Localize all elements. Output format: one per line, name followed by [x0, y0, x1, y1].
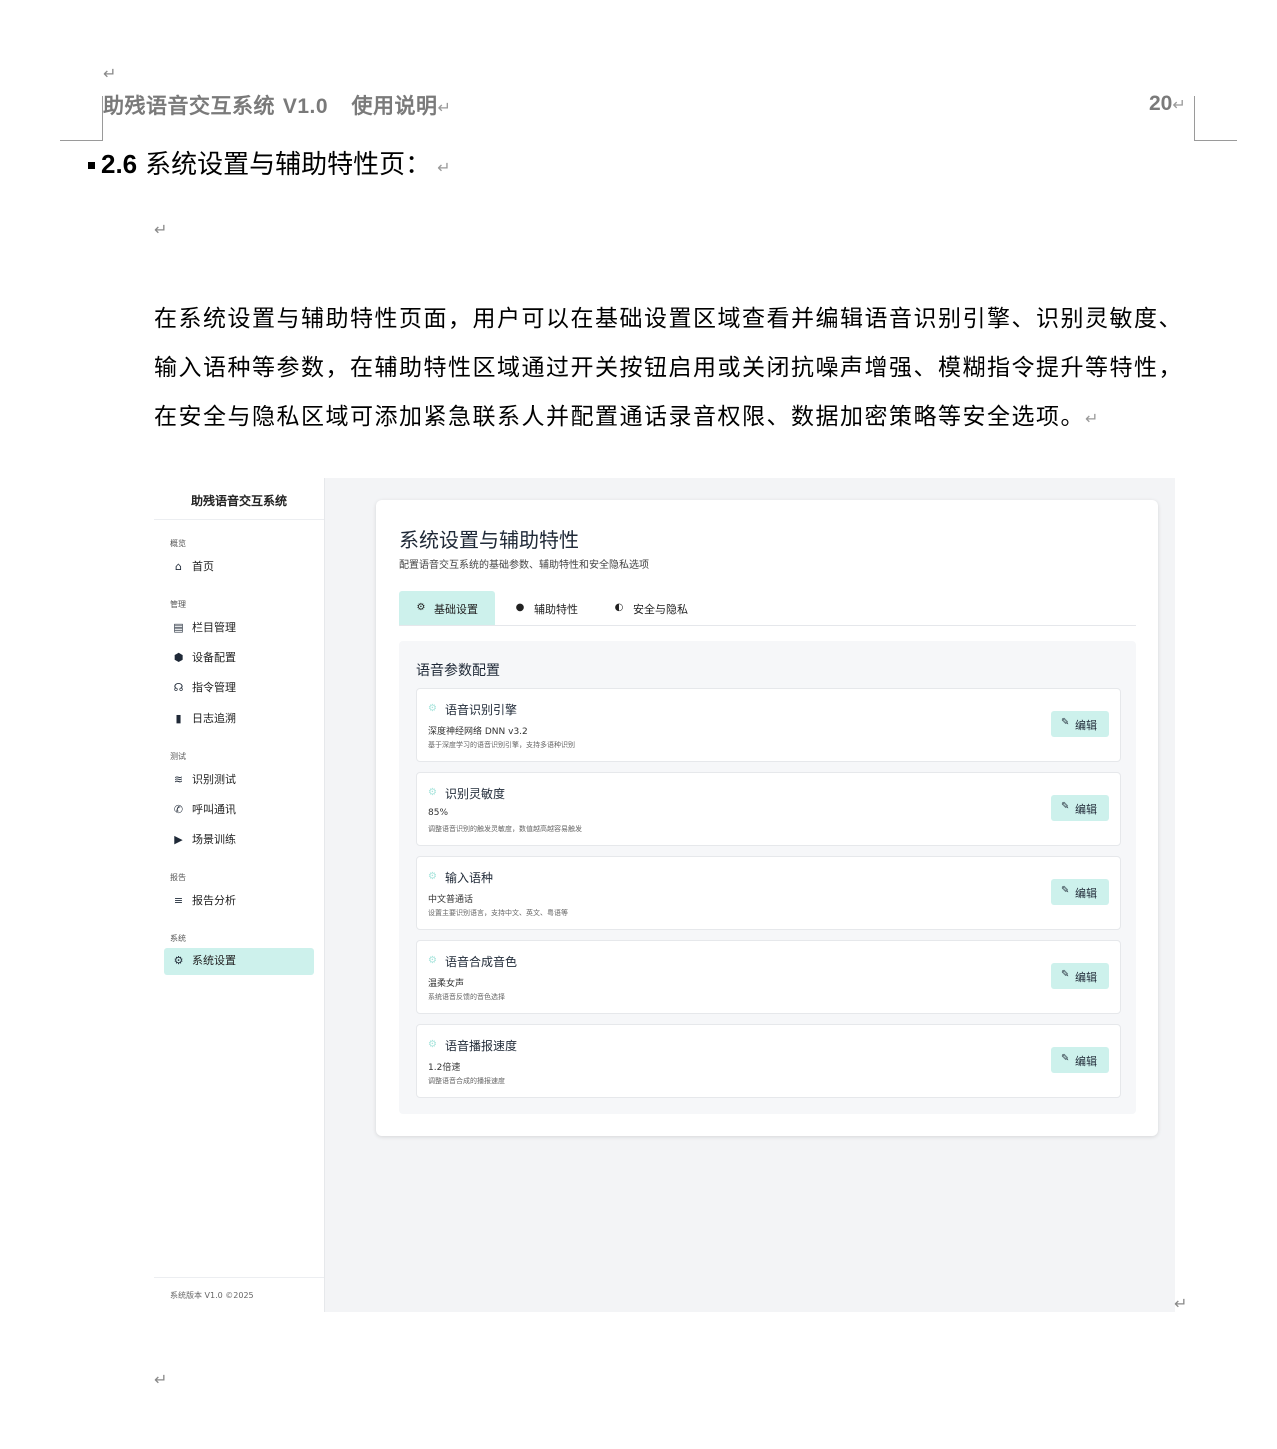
- tab-basic-settings[interactable]: ⚙ 基础设置: [399, 591, 495, 625]
- setting-description: 设置主要识别语言，支持中文、英文、粤语等: [428, 909, 568, 917]
- edit-icon: ✎: [1061, 885, 1070, 896]
- setting-row: ⚙ 识别灵敏度 85% 调整语音识别的触发灵敏度，数值越高越容易触发 ✎ 编辑: [416, 772, 1121, 846]
- sidebar-item-logs[interactable]: ▮ 日志追溯: [164, 706, 314, 733]
- sidebar-group-label: 概览: [170, 539, 186, 548]
- heading-bullet: [88, 162, 95, 169]
- shield-icon: ◐: [614, 602, 624, 613]
- sidebar-item-reports[interactable]: ≡ 报告分析: [164, 888, 314, 915]
- file-icon: ▮: [175, 712, 182, 725]
- setting-value: 温柔女声: [428, 979, 465, 989]
- phone-icon: ✆: [173, 803, 184, 816]
- play-icon: ▶: [174, 833, 183, 846]
- settings-panel: 语音参数配置 ⚙ 语音识别引擎 深度神经网络 DNN v3.2 基于深度学习的语…: [399, 641, 1136, 1114]
- setting-name: 识别灵敏度: [445, 787, 506, 801]
- setting-row: ⚙ 语音识别引擎 深度神经网络 DNN v3.2 基于深度学习的语音识别引擎，支…: [416, 688, 1121, 762]
- sidebar: 助残语音交互系统 概览 ⌂ 首页 管理 ▤ 栏目管理 ⬢ 设备配置 ☊ 指令管理…: [154, 478, 325, 1312]
- sidebar-group-label: 系统: [170, 934, 186, 943]
- gear-icon: ⚙: [428, 1039, 437, 1050]
- sidebar-item-scene-training[interactable]: ▶ 场景训练: [164, 827, 314, 854]
- gear-icon: ⚙: [428, 871, 437, 882]
- cube-icon: ⬢: [173, 651, 184, 664]
- setting-description: 系统语音反馈的音色选择: [428, 993, 505, 1001]
- sidebar-item-call[interactable]: ✆ 呼叫通讯: [164, 797, 314, 824]
- setting-row: ⚙ 语音播报速度 1.2倍速 调整语音合成的播报速度 ✎ 编辑: [416, 1024, 1121, 1098]
- gear-icon: ⚙: [428, 703, 437, 714]
- setting-description: 基于深度学习的语音识别引擎，支持多语种识别: [428, 741, 575, 749]
- divider: [154, 519, 324, 520]
- microphone-icon: ☊: [173, 681, 184, 694]
- setting-value: 深度神经网络 DNN v3.2: [428, 727, 528, 737]
- settings-card: 系统设置与辅助特性 配置语音交互系统的基础参数、辅助特性和安全隐私选项 ⚙ 基础…: [376, 500, 1158, 1136]
- page-subtitle: 配置语音交互系统的基础参数、辅助特性和安全隐私选项: [399, 560, 649, 571]
- paragraph-mark: ↵: [103, 64, 117, 83]
- sidebar-group-label: 报告: [170, 873, 186, 882]
- setting-value: 中文普通话: [428, 895, 474, 905]
- setting-row: ⚙ 输入语种 中文普通话 设置主要识别语言，支持中文、英文、粤语等 ✎ 编辑: [416, 856, 1121, 930]
- edit-button[interactable]: ✎ 编辑: [1051, 879, 1109, 905]
- tab-security-privacy[interactable]: ◐ 安全与隐私: [613, 591, 703, 625]
- setting-name: 语音合成音色: [445, 955, 518, 969]
- tab-bar: ⚙ 基础设置 ● 辅助特性 ◐ 安全与隐私: [399, 591, 1136, 626]
- sidebar-item-devices[interactable]: ⬢ 设备配置: [164, 645, 314, 672]
- body-paragraph: 在系统设置与辅助特性页面，用户可以在基础设置区域查看并编辑语音识别引擎、识别灵敏…: [154, 306, 1183, 430]
- edit-icon: ✎: [1061, 717, 1070, 728]
- home-icon: ⌂: [175, 560, 182, 573]
- sidebar-item-settings[interactable]: ⚙ 系统设置: [164, 948, 314, 975]
- edit-button[interactable]: ✎ 编辑: [1051, 963, 1109, 989]
- setting-value: 1.2倍速: [428, 1063, 461, 1073]
- edit-button[interactable]: ✎ 编辑: [1051, 1047, 1109, 1073]
- page-title: 系统设置与辅助特性: [399, 528, 579, 552]
- gear-icon: ⚙: [428, 955, 437, 966]
- sidebar-title: 助残语音交互系统: [190, 494, 287, 508]
- crop-mark-top-left: [60, 96, 103, 141]
- embedded-screenshot: 助残语音交互系统 概览 ⌂ 首页 管理 ▤ 栏目管理 ⬢ 设备配置 ☊ 指令管理…: [154, 478, 1175, 1312]
- edit-icon: ✎: [1061, 801, 1070, 812]
- setting-description: 调整语音合成的播报速度: [428, 1077, 505, 1085]
- table-icon: ▤: [173, 621, 184, 634]
- tab-accessibility[interactable]: ● 辅助特性: [514, 591, 594, 625]
- setting-description: 调整语音识别的触发灵敏度，数值越高越容易触发: [428, 825, 582, 833]
- gear-icon: ⚙: [416, 602, 426, 613]
- setting-row: ⚙ 语音合成音色 温柔女声 系统语音反馈的音色选择 ✎ 编辑: [416, 940, 1121, 1014]
- version-footer: 系统版本 V1.0 ©2025: [170, 1291, 254, 1300]
- gear-icon: ⚙: [173, 954, 184, 967]
- accessibility-icon: ●: [515, 602, 525, 613]
- paragraph-mark: ↵: [1174, 1294, 1188, 1313]
- header-title: 助残语音交互系统 V1.0 使用说明↵: [103, 93, 452, 118]
- gear-icon: ⚙: [428, 787, 437, 798]
- sidebar-group-label: 管理: [170, 600, 186, 609]
- setting-name: 语音播报速度: [445, 1039, 518, 1053]
- sidebar-item-home[interactable]: ⌂ 首页: [164, 554, 314, 581]
- edit-button[interactable]: ✎ 编辑: [1051, 711, 1109, 737]
- panel-title: 语音参数配置: [416, 663, 500, 679]
- setting-name: 输入语种: [445, 871, 494, 885]
- sidebar-group-label: 测试: [170, 752, 186, 761]
- paragraph-mark: ↵: [154, 220, 168, 239]
- chart-icon: ≡: [173, 894, 184, 907]
- wave-icon: ≋: [173, 773, 184, 786]
- edit-icon: ✎: [1061, 969, 1070, 980]
- setting-value: 85%: [428, 808, 449, 818]
- crop-mark-top-right: [1194, 96, 1237, 141]
- sidebar-item-columns[interactable]: ▤ 栏目管理: [164, 615, 314, 642]
- divider: [154, 1277, 324, 1278]
- setting-name: 语音识别引擎: [445, 703, 518, 717]
- header-version: V1.0: [282, 95, 329, 118]
- edit-button[interactable]: ✎ 编辑: [1051, 795, 1109, 821]
- paragraph-mark: ↵: [154, 1370, 168, 1389]
- sidebar-item-recognition-test[interactable]: ≋ 识别测试: [164, 767, 314, 794]
- edit-icon: ✎: [1061, 1053, 1070, 1064]
- sidebar-item-commands[interactable]: ☊ 指令管理: [164, 675, 314, 702]
- page-number: 20↵: [1149, 92, 1186, 115]
- section-heading: 2.6 系统设置与辅助特性页： ↵: [88, 144, 451, 181]
